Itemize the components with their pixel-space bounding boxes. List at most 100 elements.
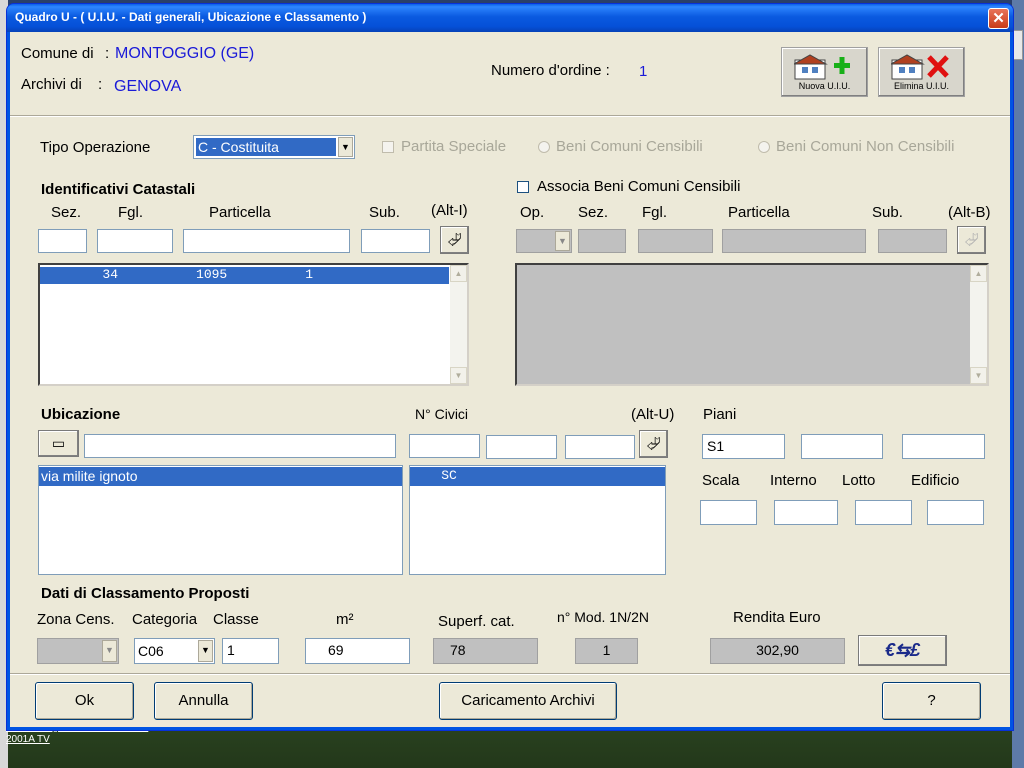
associa-sub-input[interactable] — [878, 229, 947, 253]
archivi-label: Archivi di — [21, 76, 82, 93]
classamento-title: Dati di Classamento Proposti — [41, 585, 250, 602]
euro-lira-convert-button[interactable]: €⇆£ — [858, 635, 947, 666]
associa-particella-input[interactable] — [722, 229, 866, 253]
classe-input[interactable]: 1 — [222, 638, 279, 664]
chevron-down-icon[interactable]: ▼ — [102, 640, 117, 662]
zona-cens-select[interactable]: ▼ — [37, 638, 119, 664]
enter-arrow-icon: ⮰ — [964, 230, 979, 250]
associa-scrollbar[interactable]: ▲ ▼ — [970, 265, 987, 384]
civico1-input[interactable] — [409, 434, 480, 458]
associa-col-fgl: Fgl. — [642, 204, 668, 221]
chevron-down-icon[interactable]: ▼ — [198, 640, 213, 662]
house-plus-icon — [794, 54, 850, 80]
indirizzo-input[interactable] — [84, 434, 396, 458]
house-delete-icon — [891, 54, 949, 80]
help-button[interactable]: ? — [882, 682, 981, 720]
associa-col-particella: Particella — [728, 204, 790, 221]
associa-sez-input[interactable] — [578, 229, 626, 253]
partita-speciale-label: Partita Speciale — [401, 138, 507, 155]
zona-cens-label: Zona Cens. — [37, 611, 115, 628]
particella-input[interactable] — [183, 229, 350, 253]
piano3-input[interactable] — [902, 434, 985, 459]
stradario-button[interactable]: ▭ — [38, 430, 79, 457]
list-item[interactable]: via milite ignoto — [39, 467, 402, 486]
close-icon: ✕ — [992, 10, 1005, 27]
elimina-uiu-label: Elimina U.I.U. — [893, 81, 949, 91]
associa-add-button[interactable]: ⮰ — [957, 226, 986, 254]
lotto-input[interactable] — [855, 500, 912, 525]
beni-non-censibili-label: Beni Comuni Non Censibili — [776, 138, 955, 155]
fgl-input[interactable] — [97, 229, 173, 253]
comune-value: MONTOGGIO (GE) — [115, 45, 255, 62]
associa-col-op: Op. — [520, 204, 545, 221]
col-fgl: Fgl. — [118, 204, 144, 221]
add-ubicazione-button[interactable]: ⮰ — [639, 430, 668, 458]
scala-input[interactable] — [700, 500, 757, 525]
piano2-input[interactable] — [801, 434, 883, 459]
quadro-u-dialog: Quadro U - ( U.I.U. - Dati generali, Ubi… — [7, 4, 1013, 730]
scroll-down-icon[interactable]: ▼ — [450, 367, 467, 384]
chevron-down-icon[interactable]: ▼ — [555, 231, 570, 251]
scroll-down-icon[interactable]: ▼ — [970, 367, 987, 384]
piani-label: Piani — [703, 406, 737, 423]
chevron-down-icon[interactable]: ▼ — [338, 137, 353, 157]
edificio-input[interactable] — [927, 500, 984, 525]
associa-col-sez: Sez. — [578, 204, 609, 221]
categoria-select[interactable]: C06 ▼ — [134, 638, 215, 664]
categoria-label: Categoria — [132, 611, 198, 628]
identificativi-scrollbar[interactable]: ▲ ▼ — [450, 265, 467, 384]
tipo-operazione-label: Tipo Operazione — [40, 139, 151, 156]
lotto-label: Lotto — [842, 472, 876, 489]
beni-non-censibili-radio[interactable] — [758, 141, 770, 153]
currency-swap-icon: €⇆£ — [884, 640, 921, 660]
elimina-uiu-button[interactable]: Elimina U.I.U. — [878, 47, 965, 97]
scala-label: Scala — [702, 472, 740, 489]
caricamento-archivi-button[interactable]: Caricamento Archivi — [439, 682, 617, 720]
beni-censibili-radio[interactable] — [538, 141, 550, 153]
associa-list[interactable]: ▲ ▼ — [515, 263, 989, 386]
ubicazione-shortcut: (Alt-U) — [631, 406, 675, 423]
desktop-scrollbar-thumb — [1013, 30, 1023, 60]
piano1-input[interactable]: S1 — [702, 434, 785, 459]
scroll-up-icon[interactable]: ▲ — [970, 265, 987, 282]
identificativi-list[interactable]: 34 1095 1 ▲ ▼ — [38, 263, 469, 386]
ok-button[interactable]: Ok — [35, 682, 134, 720]
edificio-label: Edificio — [911, 472, 960, 489]
associa-fgl-input[interactable] — [638, 229, 713, 253]
nuova-uiu-button[interactable]: Nuova U.I.U. — [781, 47, 868, 97]
civico3-input[interactable] — [565, 435, 635, 459]
associa-op-select[interactable]: ▼ — [516, 229, 572, 253]
comune-label: Comune di — [21, 45, 94, 62]
list-item[interactable]: SC — [410, 467, 665, 486]
add-identificativo-button[interactable]: ⮰ — [440, 226, 469, 254]
dialog-body: Comune di : MONTOGGIO (GE) Archivi di : … — [10, 32, 1010, 727]
tipo-operazione-select[interactable]: C - Costituita ▼ — [193, 135, 355, 159]
partita-speciale-checkbox[interactable] — [382, 141, 394, 153]
indirizzi-list[interactable]: via milite ignoto — [38, 465, 403, 575]
scroll-up-icon[interactable]: ▲ — [450, 265, 467, 282]
desktop-right-edge — [1012, 0, 1024, 768]
categoria-value: C06 — [138, 643, 164, 659]
sub-input[interactable] — [361, 229, 430, 253]
classe-label: Classe — [213, 611, 259, 628]
rendita-euro-label: Rendita Euro — [733, 609, 821, 626]
close-button[interactable]: ✕ — [988, 8, 1009, 29]
sez-input[interactable] — [38, 229, 87, 253]
annulla-button[interactable]: Annulla — [154, 682, 253, 720]
tipo-operazione-value: C - Costituita — [196, 138, 336, 156]
associa-beni-checkbox[interactable] — [517, 181, 529, 193]
col-sub: Sub. — [369, 204, 400, 221]
mq-input[interactable]: 69 — [305, 638, 410, 664]
civici-list[interactable]: SC — [409, 465, 666, 575]
identificativi-title: Identificativi Catastali — [41, 181, 196, 198]
card-icon: ▭ — [51, 435, 66, 451]
nuova-uiu-label: Nuova U.I.U. — [798, 81, 851, 91]
superf-cat-label: Superf. cat. — [438, 613, 515, 630]
interno-input[interactable] — [774, 500, 838, 525]
archivi-value: GENOVA — [114, 78, 182, 95]
list-item[interactable]: 34 1095 1 — [40, 267, 449, 284]
title-bar[interactable]: Quadro U - ( U.I.U. - Dati generali, Ubi… — [7, 4, 1013, 32]
enter-arrow-icon: ⮰ — [646, 434, 661, 454]
desktop-icon-label[interactable]: 2001A TV — [6, 734, 148, 746]
civico2-input[interactable] — [486, 435, 557, 459]
